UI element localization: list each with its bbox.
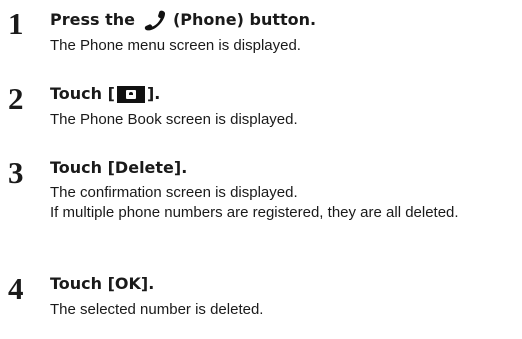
description-line: The Phone Book screen is displayed.	[50, 111, 298, 128]
step-description: The Phone menu screen is displayed.	[50, 36, 520, 56]
step-title-text: Press the	[50, 10, 135, 29]
step-title-text: ].	[146, 84, 161, 103]
description-line: The confirmation screen is displayed.	[50, 184, 298, 201]
description-line: If multiple phone numbers are registered…	[50, 204, 459, 221]
step-title: Press the (Phone) button.	[50, 9, 316, 31]
step-description: The selected number is deleted.	[50, 300, 520, 320]
step-title: Touch [Delete].	[50, 158, 188, 177]
step-number: 1	[8, 6, 24, 41]
step-description: The Phone Book screen is displayed.	[50, 110, 520, 130]
description-line: The Phone menu screen is displayed.	[50, 37, 301, 54]
step-title-text: (Phone) button.	[172, 10, 317, 29]
step-title: Touch [ ].	[50, 84, 160, 104]
phonebook-icon	[116, 85, 145, 103]
phone-handset-icon	[144, 10, 166, 31]
step-title-text: Touch [	[50, 84, 115, 103]
step-number: 4	[8, 271, 24, 306]
description-line: The selected number is deleted.	[50, 301, 264, 318]
step-description: The confirmation screen is displayed. If…	[50, 183, 520, 223]
step-number: 2	[8, 81, 24, 116]
step-number: 3	[8, 155, 24, 190]
step-title: Touch [OK].	[50, 274, 155, 293]
